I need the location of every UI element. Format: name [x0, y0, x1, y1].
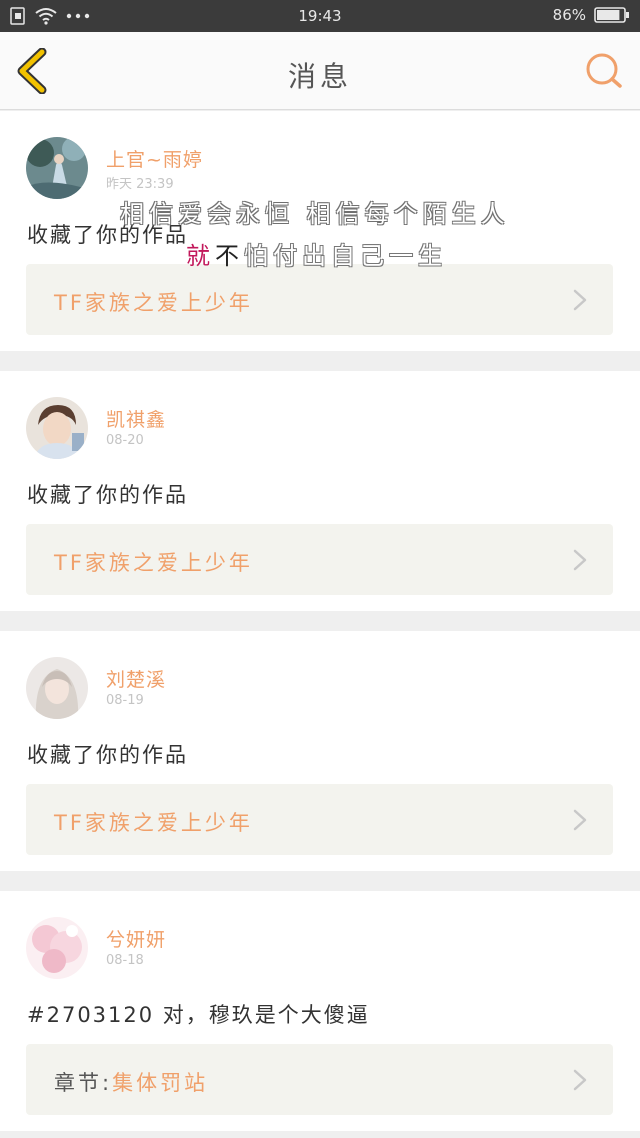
avatar[interactable] [26, 137, 88, 199]
work-title: TF家族之爱上少年 [54, 807, 253, 837]
message-date: 08-19 [106, 693, 144, 708]
work-title: TF家族之爱上少年 [54, 287, 253, 317]
work-link[interactable]: TF家族之爱上少年 [26, 524, 613, 595]
chevron-right-icon [573, 809, 587, 831]
search-button[interactable] [584, 51, 624, 91]
message-text: 收藏了你的作品 [27, 483, 188, 507]
avatar-image [26, 137, 88, 199]
username[interactable]: 凯祺鑫 [106, 405, 166, 432]
work-link[interactable]: TF家族之爱上少年 [26, 264, 613, 335]
avatar-image [26, 397, 88, 459]
chapter-link[interactable]: 章节:集体罚站 [26, 1044, 613, 1115]
overlay-rest: 怕付出自己一生 [244, 242, 447, 270]
work-name: TF家族之爱上少年 [54, 551, 253, 575]
message-card[interactable]: 兮妍妍 08-18 #2703120 对，穆玖是个大傻逼 章节:集体罚站 [0, 891, 640, 1131]
message-card[interactable]: 凯祺鑫 08-20 收藏了你的作品 TF家族之爱上少年 [0, 371, 640, 611]
message-card[interactable]: 刘楚溪 08-19 收藏了你的作品 TF家族之爱上少年 [0, 631, 640, 871]
avatar[interactable] [26, 397, 88, 459]
work-title: TF家族之爱上少年 [54, 547, 253, 577]
work-title: 章节:集体罚站 [54, 1067, 208, 1097]
chevron-right-icon [573, 289, 587, 311]
username[interactable]: 兮妍妍 [106, 925, 166, 952]
message-text: 收藏了你的作品 [27, 743, 188, 767]
message-date: 08-18 [106, 953, 144, 968]
avatar[interactable] [26, 917, 88, 979]
status-time: 19:43 [298, 7, 342, 25]
message-date: 昨天 23:39 [106, 177, 174, 192]
username[interactable]: 刘楚溪 [106, 665, 166, 692]
work-prefix: 章节: [54, 1071, 113, 1095]
avatar-image [26, 657, 88, 719]
battery-percent: 86% [552, 6, 586, 24]
overlay-highlight-1: 就 [186, 242, 215, 270]
battery-icon [594, 7, 629, 23]
search-icon [586, 53, 622, 88]
username[interactable]: 上官~雨婷 [106, 145, 203, 172]
avatar-image [26, 917, 88, 979]
overlay-highlight-2: 不 [215, 242, 244, 270]
overlay-caption-line1: 相信爱会永恒 相信每个陌生人 [120, 200, 510, 228]
chevron-right-icon [573, 549, 587, 571]
status-right: 86% [553, 6, 630, 24]
message-text: #2703120 对，穆玖是个大傻逼 [27, 1003, 370, 1027]
chevron-right-icon [573, 1069, 587, 1091]
message-card[interactable]: 上官~雨婷 昨天 23:39 收藏了你的作品 TF家族之爱上少年 [0, 111, 640, 351]
status-bar: 19:43 86% [0, 0, 640, 32]
work-link[interactable]: TF家族之爱上少年 [26, 784, 613, 855]
work-name: TF家族之爱上少年 [54, 291, 253, 315]
messages-screen: 19:43 86% 消息 上官~雨婷 昨天 23:39 收藏了你的作品 TF家族… [0, 0, 640, 1138]
overlay-caption-line2: 就不怕付出自己一生 [186, 236, 447, 271]
work-name: TF家族之爱上少年 [54, 811, 253, 835]
nav-bar: 消息 [0, 32, 640, 110]
message-date: 08-20 [106, 433, 144, 448]
avatar[interactable] [26, 657, 88, 719]
page-title: 消息 [287, 60, 352, 93]
work-name: 集体罚站 [112, 1071, 209, 1095]
